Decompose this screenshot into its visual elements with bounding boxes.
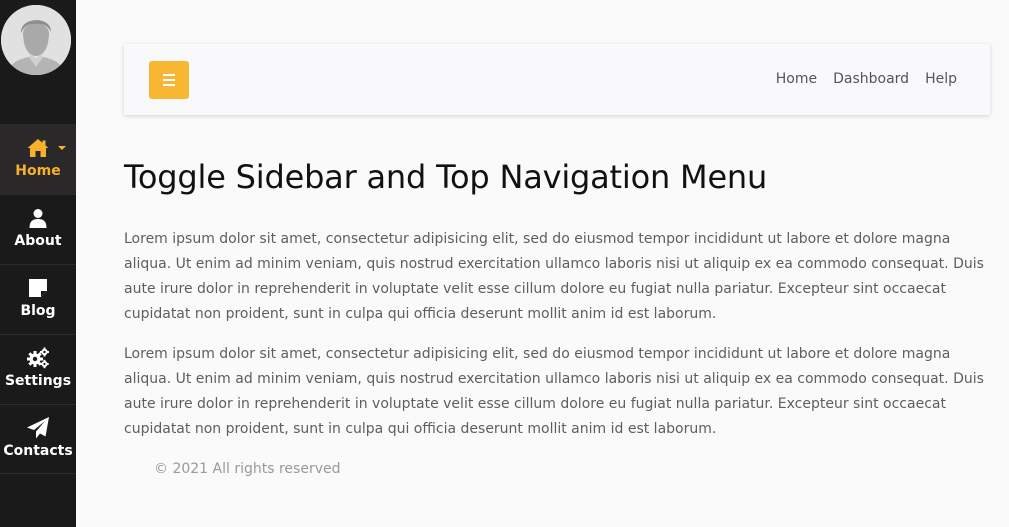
hamburger-icon [163, 84, 175, 86]
cogs-icon [27, 347, 49, 369]
hamburger-icon [163, 79, 175, 81]
sidebar-item-label: About [14, 233, 62, 249]
user-avatar-icon [1, 5, 71, 75]
content-paragraph: Lorem ipsum dolor sit amet, consectetur … [124, 231, 984, 322]
note-icon [29, 279, 47, 297]
sidebar-item-label: Home [15, 163, 61, 179]
sidebar-item-home[interactable]: Home [0, 124, 76, 194]
sidebar-item-label: Settings [4, 373, 72, 389]
content-paragraph: Lorem ipsum dolor sit amet, consectetur … [124, 346, 984, 437]
home-icon [27, 139, 49, 157]
footer-copyright: © 2021 All rights reserved [154, 461, 341, 477]
sidebar: Home About Blog Settings Contacts [0, 0, 76, 527]
page-title: Toggle Sidebar and Top Navigation Menu [124, 158, 768, 196]
top-navbar: Home Dashboard Help [124, 44, 990, 115]
hamburger-icon [163, 74, 175, 76]
nav-link-help[interactable]: Help [925, 71, 957, 87]
user-icon [29, 209, 47, 228]
sidebar-item-label: Contacts [3, 443, 73, 459]
sidebar-item-settings[interactable]: Settings [0, 334, 76, 404]
sidebar-item-contacts[interactable]: Contacts [0, 404, 76, 474]
top-nav-links: Home Dashboard Help [776, 71, 957, 87]
chevron-down-icon [58, 146, 66, 150]
sidebar-item-label: Blog [20, 303, 56, 319]
nav-link-home[interactable]: Home [776, 71, 817, 87]
nav-link-dashboard[interactable]: Dashboard [833, 71, 909, 87]
sidebar-item-about[interactable]: About [0, 194, 76, 264]
sidebar-menu: Home About Blog Settings Contacts [0, 124, 76, 474]
paper-plane-icon [27, 417, 49, 439]
sidebar-item-blog[interactable]: Blog [0, 264, 76, 334]
sidebar-toggle-button[interactable] [149, 61, 189, 99]
avatar[interactable] [1, 5, 71, 75]
